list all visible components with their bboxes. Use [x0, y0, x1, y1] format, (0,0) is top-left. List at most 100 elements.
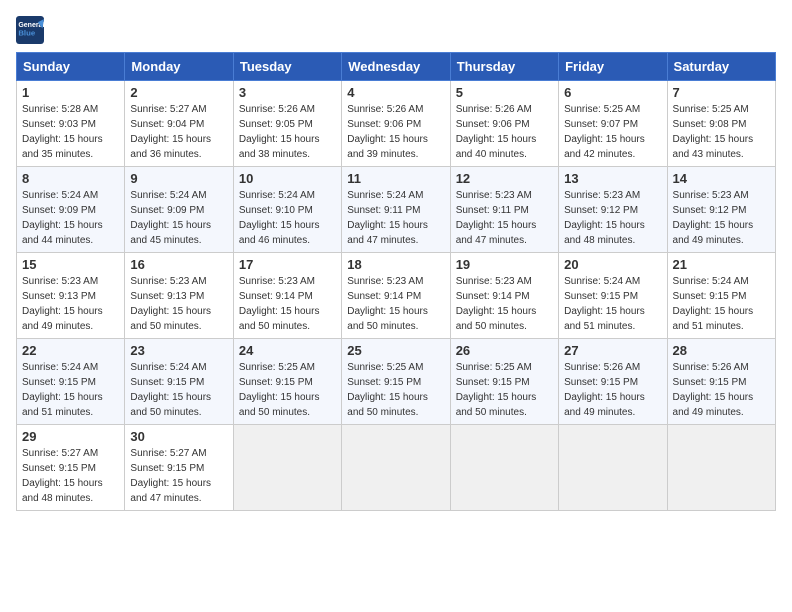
- day-info: Sunrise: 5:26 AMSunset: 9:05 PMDaylight:…: [239, 104, 320, 160]
- day-info: Sunrise: 5:26 AMSunset: 9:15 PMDaylight:…: [564, 362, 645, 418]
- day-cell: 28 Sunrise: 5:26 AMSunset: 9:15 PMDaylig…: [667, 339, 775, 425]
- day-number: 1: [22, 85, 119, 100]
- day-cell: 8 Sunrise: 5:24 AMSunset: 9:09 PMDayligh…: [17, 167, 125, 253]
- day-cell: 22 Sunrise: 5:24 AMSunset: 9:15 PMDaylig…: [17, 339, 125, 425]
- day-cell: 9 Sunrise: 5:24 AMSunset: 9:09 PMDayligh…: [125, 167, 233, 253]
- day-cell: 14 Sunrise: 5:23 AMSunset: 9:12 PMDaylig…: [667, 167, 775, 253]
- day-info: Sunrise: 5:24 AMSunset: 9:15 PMDaylight:…: [564, 276, 645, 332]
- day-cell: 1 Sunrise: 5:28 AMSunset: 9:03 PMDayligh…: [17, 81, 125, 167]
- day-number: 30: [130, 429, 227, 444]
- day-info: Sunrise: 5:28 AMSunset: 9:03 PMDaylight:…: [22, 104, 103, 160]
- day-info: Sunrise: 5:23 AMSunset: 9:13 PMDaylight:…: [22, 276, 103, 332]
- day-info: Sunrise: 5:25 AMSunset: 9:15 PMDaylight:…: [239, 362, 320, 418]
- day-cell: 11 Sunrise: 5:24 AMSunset: 9:11 PMDaylig…: [342, 167, 450, 253]
- day-number: 16: [130, 257, 227, 272]
- calendar-header-row: SundayMondayTuesdayWednesdayThursdayFrid…: [17, 53, 776, 81]
- day-cell: 25 Sunrise: 5:25 AMSunset: 9:15 PMDaylig…: [342, 339, 450, 425]
- day-number: 28: [673, 343, 770, 358]
- day-info: Sunrise: 5:25 AMSunset: 9:08 PMDaylight:…: [673, 104, 754, 160]
- day-info: Sunrise: 5:24 AMSunset: 9:11 PMDaylight:…: [347, 190, 428, 246]
- day-number: 29: [22, 429, 119, 444]
- header-saturday: Saturday: [667, 53, 775, 81]
- day-info: Sunrise: 5:24 AMSunset: 9:09 PMDaylight:…: [22, 190, 103, 246]
- day-cell: 17 Sunrise: 5:23 AMSunset: 9:14 PMDaylig…: [233, 253, 341, 339]
- day-number: 24: [239, 343, 336, 358]
- day-number: 14: [673, 171, 770, 186]
- day-cell: 29 Sunrise: 5:27 AMSunset: 9:15 PMDaylig…: [17, 425, 125, 511]
- day-cell: 21 Sunrise: 5:24 AMSunset: 9:15 PMDaylig…: [667, 253, 775, 339]
- svg-text:Blue: Blue: [18, 28, 36, 37]
- day-cell: 3 Sunrise: 5:26 AMSunset: 9:05 PMDayligh…: [233, 81, 341, 167]
- day-cell: 13 Sunrise: 5:23 AMSunset: 9:12 PMDaylig…: [559, 167, 667, 253]
- day-number: 12: [456, 171, 553, 186]
- header-sunday: Sunday: [17, 53, 125, 81]
- day-number: 25: [347, 343, 444, 358]
- day-info: Sunrise: 5:25 AMSunset: 9:07 PMDaylight:…: [564, 104, 645, 160]
- day-number: 6: [564, 85, 661, 100]
- day-info: Sunrise: 5:24 AMSunset: 9:15 PMDaylight:…: [22, 362, 103, 418]
- day-info: Sunrise: 5:23 AMSunset: 9:14 PMDaylight:…: [456, 276, 537, 332]
- day-info: Sunrise: 5:25 AMSunset: 9:15 PMDaylight:…: [456, 362, 537, 418]
- day-cell: [450, 425, 558, 511]
- day-info: Sunrise: 5:23 AMSunset: 9:14 PMDaylight:…: [347, 276, 428, 332]
- day-cell: [233, 425, 341, 511]
- day-number: 3: [239, 85, 336, 100]
- week-row-4: 22 Sunrise: 5:24 AMSunset: 9:15 PMDaylig…: [17, 339, 776, 425]
- day-info: Sunrise: 5:23 AMSunset: 9:12 PMDaylight:…: [564, 190, 645, 246]
- day-number: 20: [564, 257, 661, 272]
- day-cell: 12 Sunrise: 5:23 AMSunset: 9:11 PMDaylig…: [450, 167, 558, 253]
- logo: General Blue: [16, 16, 48, 44]
- day-cell: [342, 425, 450, 511]
- day-info: Sunrise: 5:24 AMSunset: 9:10 PMDaylight:…: [239, 190, 320, 246]
- day-cell: 2 Sunrise: 5:27 AMSunset: 9:04 PMDayligh…: [125, 81, 233, 167]
- day-cell: 23 Sunrise: 5:24 AMSunset: 9:15 PMDaylig…: [125, 339, 233, 425]
- day-number: 21: [673, 257, 770, 272]
- day-number: 23: [130, 343, 227, 358]
- day-number: 17: [239, 257, 336, 272]
- day-cell: 7 Sunrise: 5:25 AMSunset: 9:08 PMDayligh…: [667, 81, 775, 167]
- day-info: Sunrise: 5:27 AMSunset: 9:04 PMDaylight:…: [130, 104, 211, 160]
- day-number: 19: [456, 257, 553, 272]
- day-number: 15: [22, 257, 119, 272]
- day-cell: 6 Sunrise: 5:25 AMSunset: 9:07 PMDayligh…: [559, 81, 667, 167]
- day-info: Sunrise: 5:25 AMSunset: 9:15 PMDaylight:…: [347, 362, 428, 418]
- day-cell: 30 Sunrise: 5:27 AMSunset: 9:15 PMDaylig…: [125, 425, 233, 511]
- day-cell: 18 Sunrise: 5:23 AMSunset: 9:14 PMDaylig…: [342, 253, 450, 339]
- day-number: 5: [456, 85, 553, 100]
- day-number: 11: [347, 171, 444, 186]
- header-wednesday: Wednesday: [342, 53, 450, 81]
- day-cell: 10 Sunrise: 5:24 AMSunset: 9:10 PMDaylig…: [233, 167, 341, 253]
- day-info: Sunrise: 5:23 AMSunset: 9:13 PMDaylight:…: [130, 276, 211, 332]
- day-cell: 19 Sunrise: 5:23 AMSunset: 9:14 PMDaylig…: [450, 253, 558, 339]
- day-info: Sunrise: 5:26 AMSunset: 9:15 PMDaylight:…: [673, 362, 754, 418]
- day-info: Sunrise: 5:26 AMSunset: 9:06 PMDaylight:…: [456, 104, 537, 160]
- day-cell: 27 Sunrise: 5:26 AMSunset: 9:15 PMDaylig…: [559, 339, 667, 425]
- day-number: 10: [239, 171, 336, 186]
- header-friday: Friday: [559, 53, 667, 81]
- week-row-3: 15 Sunrise: 5:23 AMSunset: 9:13 PMDaylig…: [17, 253, 776, 339]
- day-cell: 4 Sunrise: 5:26 AMSunset: 9:06 PMDayligh…: [342, 81, 450, 167]
- header-tuesday: Tuesday: [233, 53, 341, 81]
- day-info: Sunrise: 5:27 AMSunset: 9:15 PMDaylight:…: [22, 448, 103, 504]
- day-number: 2: [130, 85, 227, 100]
- day-info: Sunrise: 5:24 AMSunset: 9:15 PMDaylight:…: [673, 276, 754, 332]
- day-info: Sunrise: 5:23 AMSunset: 9:12 PMDaylight:…: [673, 190, 754, 246]
- logo-icon: General Blue: [16, 16, 44, 44]
- day-number: 9: [130, 171, 227, 186]
- calendar-table: SundayMondayTuesdayWednesdayThursdayFrid…: [16, 52, 776, 511]
- day-number: 26: [456, 343, 553, 358]
- header: General Blue: [16, 16, 776, 44]
- day-info: Sunrise: 5:23 AMSunset: 9:11 PMDaylight:…: [456, 190, 537, 246]
- day-number: 27: [564, 343, 661, 358]
- day-number: 18: [347, 257, 444, 272]
- day-info: Sunrise: 5:23 AMSunset: 9:14 PMDaylight:…: [239, 276, 320, 332]
- day-cell: 5 Sunrise: 5:26 AMSunset: 9:06 PMDayligh…: [450, 81, 558, 167]
- day-cell: [667, 425, 775, 511]
- week-row-5: 29 Sunrise: 5:27 AMSunset: 9:15 PMDaylig…: [17, 425, 776, 511]
- day-info: Sunrise: 5:27 AMSunset: 9:15 PMDaylight:…: [130, 448, 211, 504]
- day-number: 7: [673, 85, 770, 100]
- day-info: Sunrise: 5:26 AMSunset: 9:06 PMDaylight:…: [347, 104, 428, 160]
- day-info: Sunrise: 5:24 AMSunset: 9:15 PMDaylight:…: [130, 362, 211, 418]
- header-monday: Monday: [125, 53, 233, 81]
- day-cell: 20 Sunrise: 5:24 AMSunset: 9:15 PMDaylig…: [559, 253, 667, 339]
